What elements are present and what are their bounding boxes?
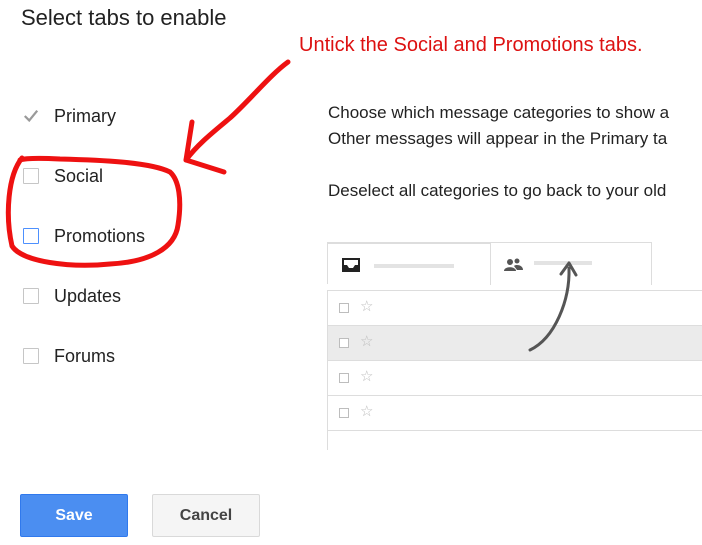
description-line: Choose which message categories to show … bbox=[328, 103, 670, 122]
star-icon: ☆ bbox=[360, 368, 374, 385]
category-social[interactable]: Social bbox=[23, 164, 103, 188]
inbox-preview: ☆ ☆ ☆ ☆ bbox=[327, 240, 702, 462]
category-label: Social bbox=[54, 165, 104, 186]
star-icon: ☆ bbox=[360, 403, 374, 420]
save-button[interactable]: Save bbox=[20, 494, 128, 537]
tabs-settings-dialog: Select tabs to enable Primary Social Pro… bbox=[0, 0, 702, 545]
checkbox-icon bbox=[339, 373, 349, 383]
checkmark-icon bbox=[23, 108, 39, 124]
category-promotions[interactable]: Promotions bbox=[23, 224, 145, 248]
description-line: Deselect all categories to go back to yo… bbox=[328, 181, 667, 200]
preview-row: ☆ bbox=[327, 290, 702, 325]
dialog-title: Select tabs to enable bbox=[21, 5, 227, 30]
inbox-icon bbox=[342, 258, 360, 277]
cancel-button[interactable]: Cancel bbox=[152, 494, 260, 537]
description-line: Other messages will appear in the Primar… bbox=[328, 129, 668, 148]
category-label: Promotions bbox=[54, 225, 146, 246]
category-label: Primary bbox=[54, 105, 116, 126]
star-icon: ☆ bbox=[360, 333, 374, 350]
preview-tab-primary bbox=[327, 242, 490, 285]
category-updates[interactable]: Updates bbox=[23, 284, 121, 308]
people-icon bbox=[504, 258, 524, 277]
category-label: Forums bbox=[54, 345, 116, 366]
instruction-annotation: Untick the Social and Promotions tabs. bbox=[299, 34, 643, 56]
promotions-checkbox[interactable] bbox=[23, 228, 39, 244]
category-primary: Primary bbox=[23, 104, 116, 128]
preview-row: ☆ bbox=[327, 395, 702, 430]
preview-tab-social bbox=[490, 242, 652, 285]
updates-checkbox[interactable] bbox=[23, 288, 39, 304]
preview-message-list: ☆ ☆ ☆ ☆ bbox=[327, 290, 702, 450]
social-checkbox[interactable] bbox=[23, 168, 39, 184]
category-label: Updates bbox=[54, 285, 122, 306]
checkbox-icon bbox=[339, 303, 349, 313]
checkbox-icon bbox=[339, 338, 349, 348]
checkbox-icon bbox=[339, 408, 349, 418]
preview-row: ☆ bbox=[327, 360, 702, 395]
category-forums[interactable]: Forums bbox=[23, 344, 115, 368]
red-arrow-annotation bbox=[183, 59, 291, 163]
star-icon: ☆ bbox=[360, 298, 374, 315]
forums-checkbox[interactable] bbox=[23, 348, 39, 364]
preview-row: ☆ bbox=[327, 325, 702, 360]
